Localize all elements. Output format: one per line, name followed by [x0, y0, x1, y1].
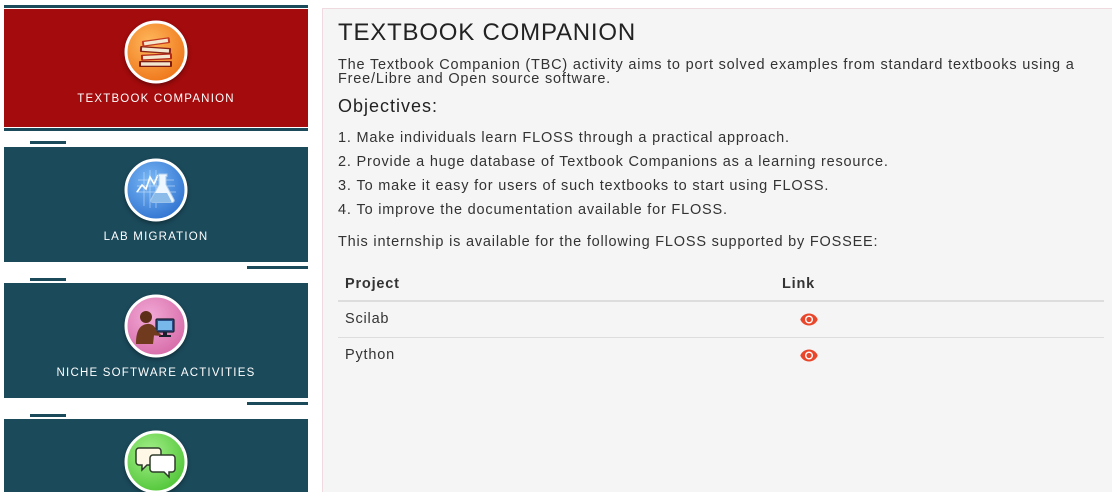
project-name: Scilab [338, 300, 775, 337]
objective-item: Provide a huge database of Textbook Comp… [338, 150, 1112, 174]
flask-chart-icon [124, 158, 188, 222]
divider-line [30, 141, 66, 144]
person-computer-icon [124, 294, 188, 358]
intro-text: The Textbook Companion (TBC) activity ai… [338, 57, 1075, 87]
view-link[interactable] [800, 313, 818, 326]
nav-tile-textbook-companion[interactable]: TEXTBOOK COMPANION [4, 9, 308, 127]
nav-tile-niche-software-activities[interactable]: NICHE SOFTWARE ACTIVITIES [4, 283, 308, 398]
divider-line [247, 402, 308, 405]
objective-item: To improve the documentation available f… [338, 198, 1112, 222]
objective-item: Make individuals learn FLOSS through a p… [338, 126, 1112, 150]
divider-line [247, 266, 308, 269]
table-row: Python [338, 336, 1104, 373]
nav-tile-discussion[interactable] [4, 419, 308, 492]
page-title: TEXTBOOK COMPANION [338, 19, 636, 46]
tile-label: TEXTBOOK COMPANION [77, 93, 235, 105]
books-icon [124, 20, 188, 84]
content-panel: TEXTBOOK COMPANION The Textbook Companio… [322, 8, 1112, 492]
eye-icon[interactable] [800, 313, 818, 326]
objectives-heading: Objectives: [338, 96, 439, 116]
divider-line [30, 414, 66, 417]
speech-bubbles-icon [124, 430, 188, 492]
divider-line [30, 278, 66, 281]
table-row: Scilab [338, 300, 1104, 337]
link-cell [775, 336, 1104, 373]
tile-label: LAB MIGRATION [103, 231, 209, 243]
divider-line [4, 5, 308, 8]
objectives-list: Make individuals learn FLOSS through a p… [338, 126, 1112, 222]
nav-tile-lab-migration[interactable]: LAB MIGRATION [4, 147, 308, 262]
project-name: Python [338, 336, 775, 373]
view-link[interactable] [800, 349, 818, 362]
activity-sidebar: TEXTBOOK COMPANION LAB MIGRATION NICHE S… [4, 0, 308, 492]
tile-label: NICHE SOFTWARE ACTIVITIES [56, 367, 256, 379]
availability-text: This internship is available for the fol… [338, 234, 879, 250]
divider-line [4, 128, 308, 131]
link-cell [775, 300, 1104, 337]
projects-table: Project Link Scilab Python [338, 267, 1104, 373]
objective-item: To make it easy for users of such textbo… [338, 174, 1112, 198]
column-header-link: Link [775, 267, 1104, 302]
table-header-row: Project Link [338, 267, 1104, 302]
eye-icon[interactable] [800, 349, 818, 362]
column-header-project: Project [338, 267, 775, 302]
